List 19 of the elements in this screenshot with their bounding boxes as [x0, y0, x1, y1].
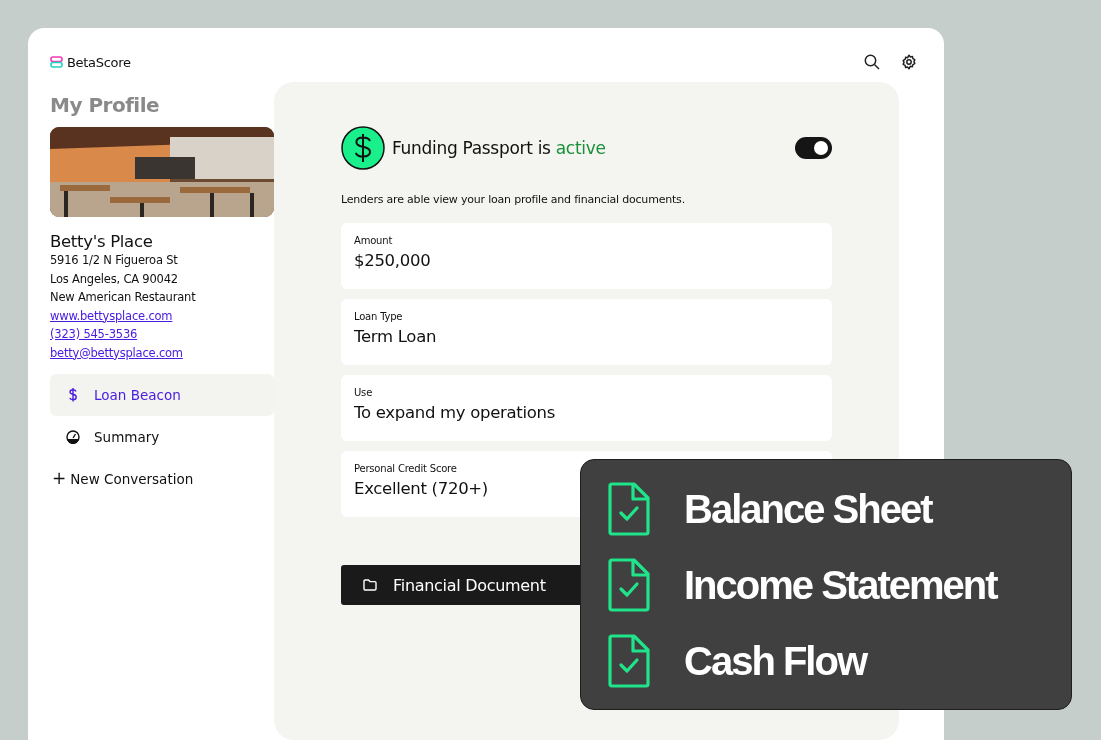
field-value: Excellent (720+): [354, 479, 489, 498]
description-text: Lenders are able view your loan profile and financial documents.: [341, 193, 686, 206]
field-label: Use: [354, 387, 374, 398]
field-value: Term Loan: [354, 327, 438, 346]
field-label: Personal Credit Score: [354, 463, 458, 474]
business-name: Betty's Place: [50, 232, 153, 251]
address-text: New American Restaurant: [50, 289, 196, 306]
brand-name: BetaScore: [67, 54, 131, 70]
field-value: To expand my operations: [354, 403, 556, 422]
address-text: Los Angeles, CA 90042: [50, 270, 178, 288]
document-name: Income Statement: [684, 562, 997, 608]
passport-title: Funding Passport is active: [392, 138, 607, 158]
document-name: Balance Sheet: [684, 486, 932, 532]
field-value: $250,000: [354, 251, 432, 270]
field-label: Loan Type: [354, 311, 404, 322]
document-name: Cash Flow: [684, 638, 867, 684]
profile-heading: My Profile: [50, 93, 160, 117]
address-text: 5916 1/2 N Figueroa St: [50, 252, 178, 269]
field-label: Amount: [354, 235, 394, 246]
